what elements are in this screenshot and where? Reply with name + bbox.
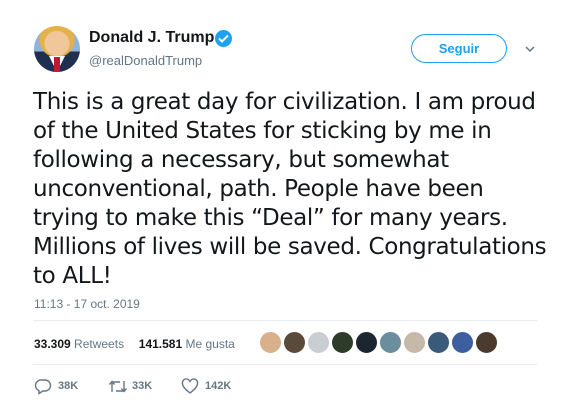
tweet-timestamp[interactable]: 11:13 - 17 oct. 2019: [34, 296, 140, 312]
tweet-text-line: following a necessary, but somewhat: [33, 147, 449, 173]
retweet-count: 33K: [132, 380, 153, 392]
reply-count: 38K: [58, 380, 79, 392]
retweets-count[interactable]: 33.309: [34, 337, 71, 351]
follow-button[interactable]: Seguir: [411, 34, 507, 63]
retweet-icon: [108, 380, 128, 393]
liker-avatar[interactable]: [403, 331, 426, 354]
tweet-text: This is a great day for civilization. I …: [33, 88, 553, 291]
heart-icon: [181, 378, 199, 394]
tweet-text-line: Millions of lives will be saved. Congrat…: [33, 234, 547, 260]
likes-count[interactable]: 141.581: [139, 337, 182, 351]
tweet-text-line: This is a great day for civilization. I …: [33, 89, 536, 115]
like-count: 142K: [205, 380, 232, 392]
liker-avatar[interactable]: [331, 331, 354, 354]
divider: [33, 364, 537, 365]
liker-avatar[interactable]: [307, 331, 330, 354]
likes-label[interactable]: Me gusta: [186, 337, 235, 351]
liker-avatar[interactable]: [475, 331, 498, 354]
author-name[interactable]: Donald J. Trump: [89, 28, 214, 48]
tweet-text-line: of the United States for sticking by me …: [33, 118, 492, 144]
tweet-text-line: unconventional, path. People have been: [33, 176, 484, 202]
reply-icon: [34, 379, 52, 395]
author-handle[interactable]: @realDonaldTrump: [89, 53, 202, 69]
chevron-down-icon[interactable]: [523, 42, 537, 56]
liker-avatar[interactable]: [283, 331, 306, 354]
avatar-tie: [54, 57, 60, 72]
tweet-card: Donald J. Trump @realDonaldTrump Seguir …: [0, 0, 570, 403]
verified-badge-icon: [215, 30, 232, 47]
retweets-label[interactable]: Retweets: [74, 337, 124, 351]
divider: [33, 320, 537, 321]
liker-avatar[interactable]: [355, 331, 378, 354]
liker-avatar[interactable]: [451, 331, 474, 354]
tweet-stats: 33.309 Retweets 141.581 Me gusta: [34, 336, 235, 352]
liker-avatar[interactable]: [427, 331, 450, 354]
avatar[interactable]: [34, 26, 80, 72]
tweet-text-line: to ALL!: [33, 263, 112, 289]
tweet-text-line: trying to make this “Deal” for many year…: [33, 205, 508, 231]
liker-avatar[interactable]: [379, 331, 402, 354]
liker-avatar[interactable]: [259, 331, 282, 354]
